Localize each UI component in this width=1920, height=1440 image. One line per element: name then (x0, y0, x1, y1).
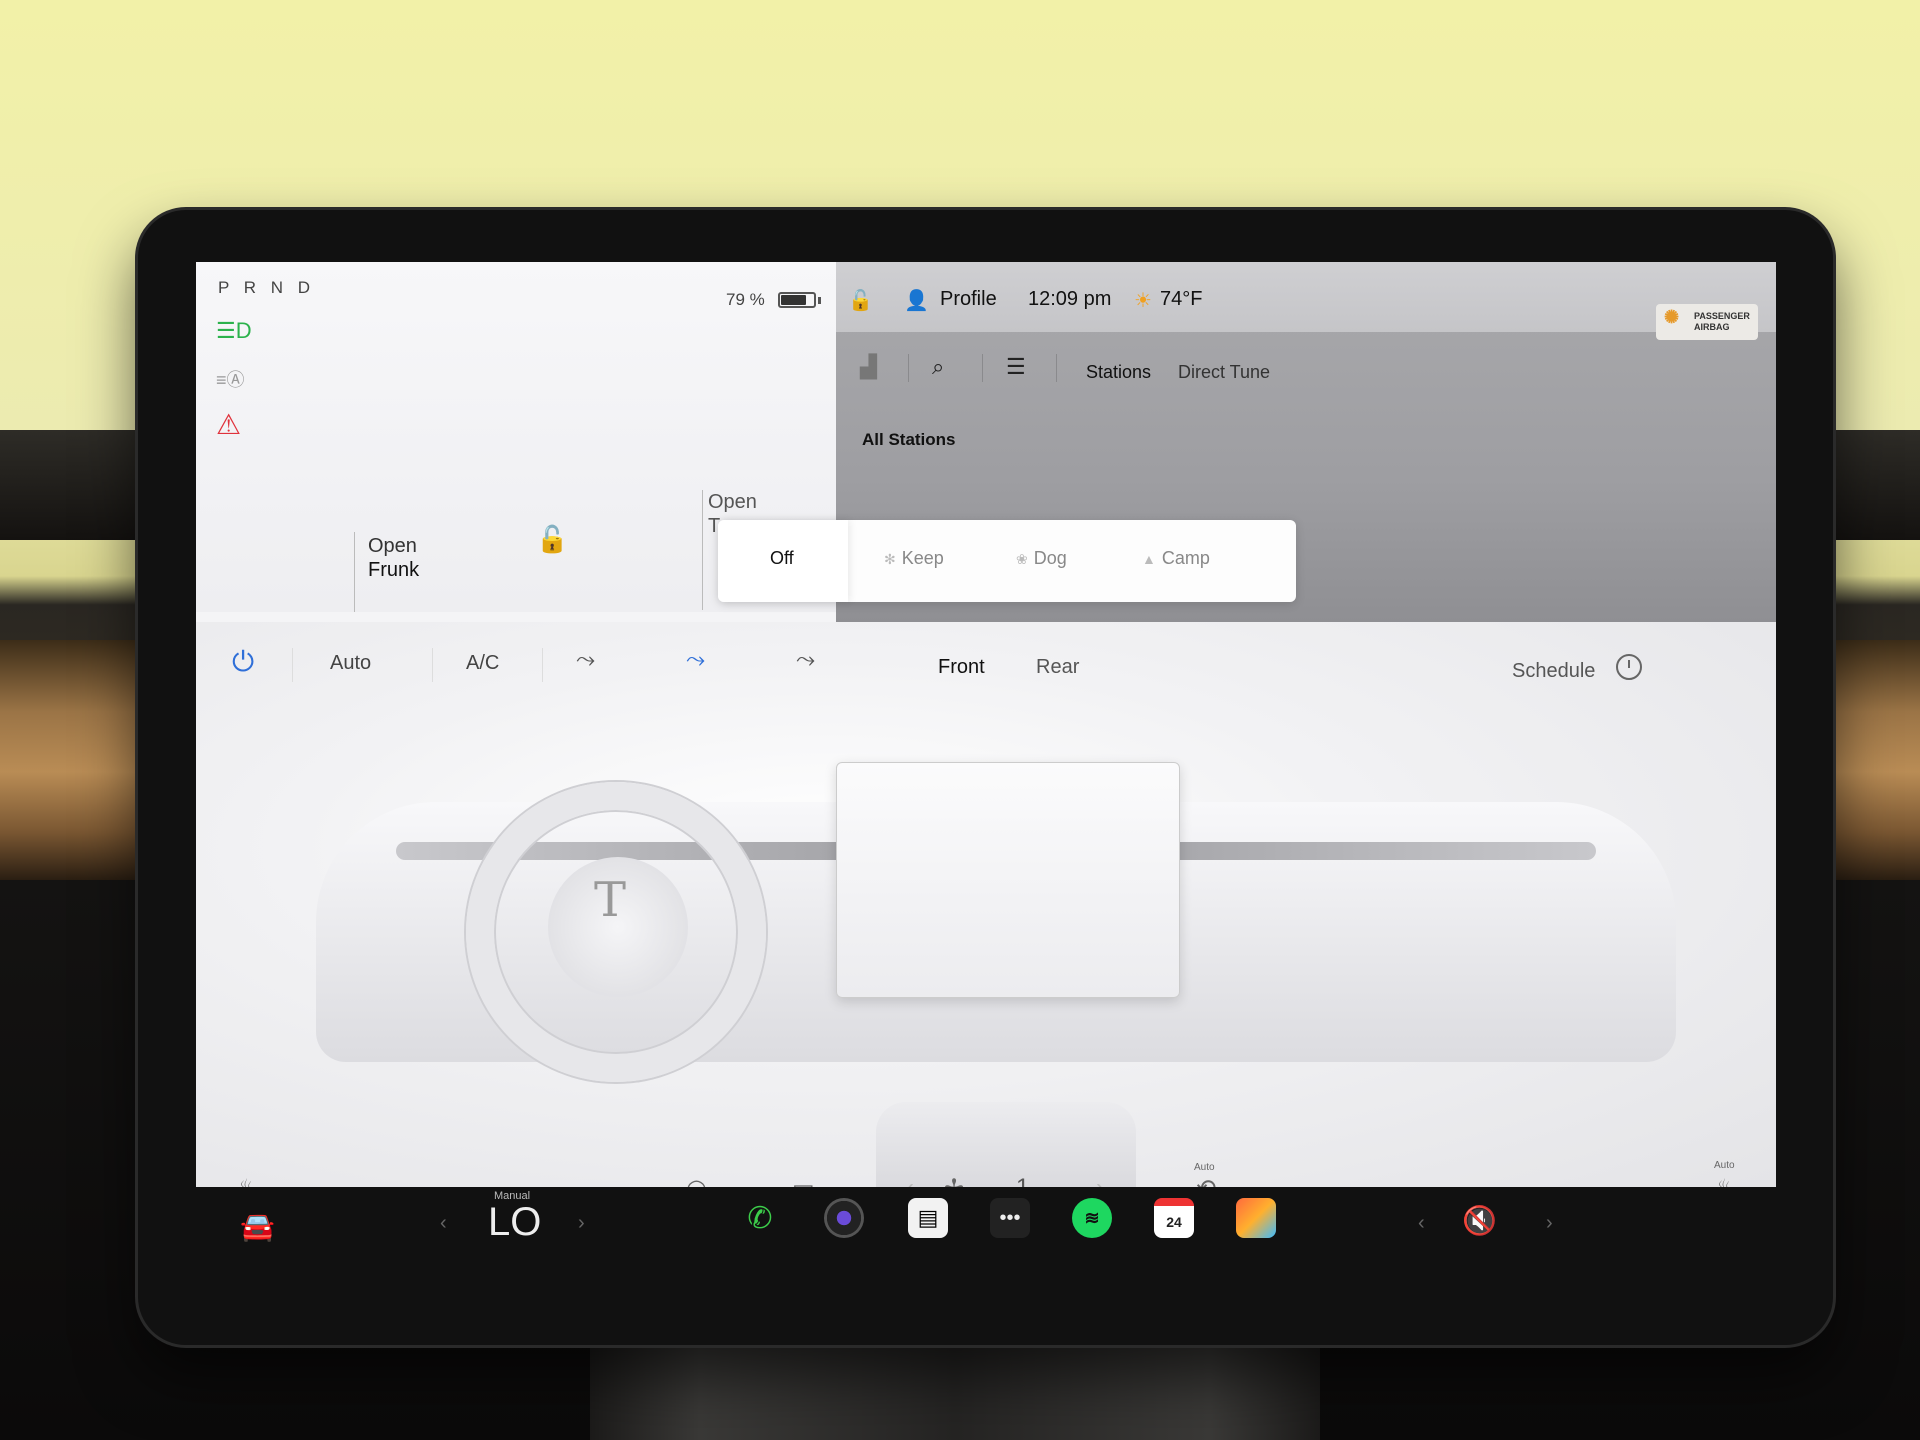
seatbelt-warning-icon: ⚠ (216, 409, 242, 440)
unlock-icon[interactable]: 🔓 (536, 524, 568, 555)
front-defrost-icon[interactable]: ◠ (686, 1174, 707, 1187)
media-divider (1056, 354, 1057, 382)
climate-divider (432, 648, 433, 682)
clock-icon[interactable] (1616, 654, 1642, 680)
passenger-seat-auto-label: Auto (1714, 1160, 1735, 1171)
open-frunk-button[interactable]: Open Frunk (368, 534, 419, 582)
touchscreen: P R N D ☰D ≡Ⓐ ⚠ 79 % Open Frunk 🔓 Open T… (196, 262, 1776, 1187)
camera-icon[interactable] (824, 1198, 864, 1238)
car-icon[interactable]: 🚘 (240, 1210, 275, 1243)
battery-tip (818, 297, 821, 304)
fan-icon: ✢ (944, 1174, 964, 1187)
airbag-line1: PASSENGER (1694, 311, 1750, 321)
radio-source-icon[interactable]: ▟ (860, 354, 877, 380)
calendar-icon[interactable]: 24 (1154, 1198, 1194, 1238)
cabin-temperature[interactable]: LO (488, 1200, 541, 1245)
climate-divider (542, 648, 543, 682)
climate-panel: T ⏻ Auto A/C ⤳ ⤳ ⤳ Front Rear Schedule ♨… (196, 622, 1776, 1187)
mode-off-label[interactable]: Off (770, 548, 794, 569)
fan-speed: 1 (1016, 1174, 1029, 1187)
center-screen-illustration (836, 762, 1180, 998)
mode-camp-button[interactable]: ▲ Camp (1142, 548, 1210, 569)
frunk-label-line1: Open (368, 535, 417, 557)
recirculate-auto-label: Auto (1194, 1162, 1215, 1173)
driver-seat-heater-icon[interactable]: ♨ (236, 1174, 258, 1187)
tent-icon: ▲ (1142, 551, 1156, 567)
notes-icon[interactable]: ▤ (908, 1198, 948, 1238)
tesla-logo-icon: T (594, 872, 627, 928)
lock-status-icon[interactable]: 🔓 (848, 288, 873, 313)
tab-direct-tune[interactable]: Direct Tune (1178, 362, 1270, 383)
outside-temperature: 74°F (1160, 288, 1203, 310)
mode-keep-label: Keep (901, 548, 944, 568)
battery-icon (778, 292, 816, 308)
mode-camp-label: Camp (1161, 548, 1210, 568)
schedule-button[interactable]: Schedule (1512, 660, 1595, 683)
all-stations-heading: All Stations (862, 430, 956, 449)
profile-button[interactable]: Profile (940, 288, 997, 311)
search-icon[interactable]: ⌕ (932, 354, 944, 380)
tab-stations[interactable]: Stations (1086, 362, 1151, 383)
ac-button[interactable]: A/C (466, 652, 499, 675)
fan-increase-chevron-icon[interactable]: › (1096, 1174, 1104, 1187)
headlights-icon: ☰D (216, 318, 252, 343)
climate-power-icon[interactable]: ⏻ (232, 646, 254, 679)
fan-decrease-chevron-icon[interactable]: ‹ (906, 1174, 914, 1187)
gear-indicator: P R N D (218, 278, 316, 297)
media-divider (982, 354, 983, 382)
passenger-seat-heater-icon[interactable]: ♨ (1714, 1174, 1736, 1187)
tab-front[interactable]: Front (938, 656, 985, 679)
tab-rear[interactable]: Rear (1036, 656, 1079, 679)
volume-down-chevron-icon[interactable]: ‹ (1418, 1212, 1425, 1235)
profile-icon[interactable]: 👤 (904, 288, 929, 313)
recirculate-icon[interactable]: ⟲ (1196, 1174, 1216, 1187)
more-apps-icon[interactable]: ••• (990, 1198, 1030, 1238)
sun-icon: ☀ (1134, 290, 1152, 312)
climate-divider (292, 648, 293, 682)
clock-time: 12:09 pm (1028, 288, 1112, 310)
airflow-face-icon[interactable]: ⤳ (576, 646, 595, 674)
airflow-face-feet-icon[interactable]: ⤳ (686, 646, 705, 674)
airbag-icon: ✺ (1664, 307, 1680, 327)
climate-mode-popup: Off ✻ Keep ❀ Dog ▲ Camp (718, 520, 1296, 602)
media-divider (908, 354, 909, 382)
rear-defrost-icon[interactable]: ▭ (792, 1174, 815, 1187)
fan-icon: ✻ (884, 551, 896, 567)
mode-dog-button[interactable]: ❀ Dog (1016, 548, 1067, 569)
queue-list-icon[interactable]: ☰ (1006, 354, 1026, 380)
display-stand (590, 1330, 1320, 1440)
temp-down-chevron-icon[interactable]: ‹ (440, 1212, 447, 1235)
trunk-label-line1: Open (708, 491, 757, 513)
mode-dog-label: Dog (1033, 548, 1067, 568)
climate-auto-button[interactable]: Auto (330, 652, 371, 675)
battery-percent: 79 % (726, 290, 765, 309)
passenger-airbag-indicator: ✺ PASSENGER AIRBAG (1656, 304, 1758, 340)
temp-up-chevron-icon[interactable]: › (578, 1212, 585, 1235)
mute-icon[interactable]: 🔇 (1462, 1204, 1497, 1237)
mode-keep-button[interactable]: ✻ Keep (884, 548, 944, 569)
frunk-label-line2: Frunk (368, 559, 420, 581)
auto-headlights-icon: ≡Ⓐ (216, 370, 245, 390)
airbag-line2: AIRBAG (1694, 322, 1730, 332)
spotify-icon[interactable]: ≋ (1072, 1198, 1112, 1238)
airflow-feet-icon[interactable]: ⤳ (796, 646, 815, 674)
toybox-icon[interactable] (1236, 1198, 1276, 1238)
volume-up-chevron-icon[interactable]: › (1546, 1212, 1553, 1235)
frunk-pointer-line (354, 532, 355, 612)
phone-icon[interactable]: ✆ (740, 1198, 780, 1238)
battery-fill (781, 295, 807, 305)
trunk-pointer-line (702, 490, 703, 610)
paw-icon: ❀ (1016, 551, 1028, 567)
